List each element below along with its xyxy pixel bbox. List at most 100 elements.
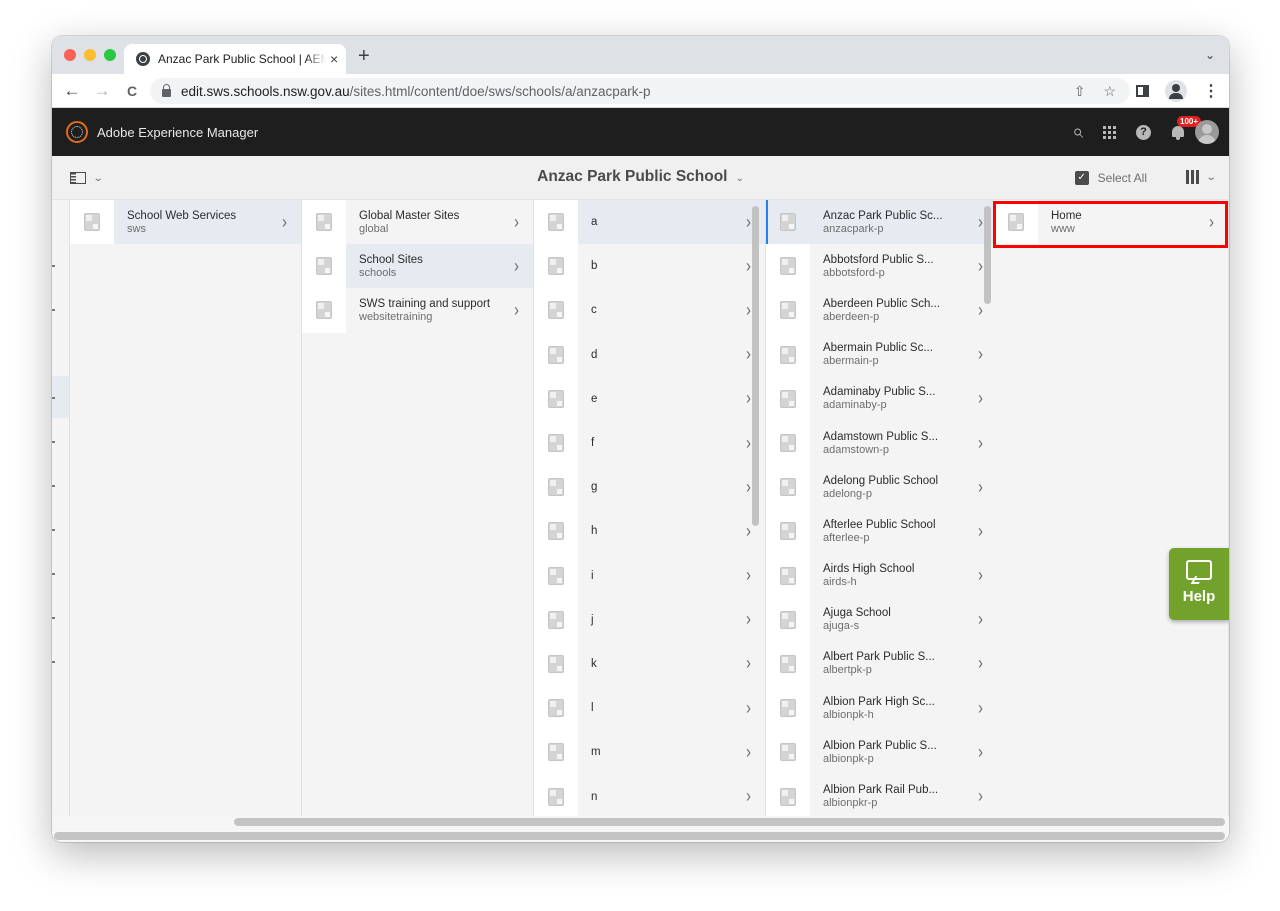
chevron-right-icon[interactable]: › bbox=[978, 389, 983, 409]
user-avatar[interactable] bbox=[1195, 120, 1219, 144]
thumbnail[interactable] bbox=[534, 244, 578, 289]
help-widget-button[interactable]: Help bbox=[1169, 548, 1229, 620]
column-item[interactable]: c › bbox=[534, 288, 765, 333]
thumbnail[interactable] bbox=[766, 465, 810, 510]
column-item[interactable]: School Sites schools › bbox=[302, 244, 533, 289]
column-item[interactable]: h › bbox=[534, 509, 765, 554]
thumbnail[interactable] bbox=[766, 332, 810, 377]
chevron-right-icon[interactable]: › bbox=[978, 300, 983, 320]
column-horizontal-scrollbar[interactable] bbox=[52, 816, 1229, 828]
column-item[interactable]: Albion Park Rail Pub... albionpkr-p › bbox=[766, 774, 997, 819]
aem-title[interactable]: Adobe Experience Manager bbox=[97, 125, 258, 140]
column-item[interactable]: Anzac Park Public Sc... anzacpark-p › bbox=[766, 200, 997, 245]
chevron-right-icon[interactable]: › bbox=[746, 565, 751, 585]
tab-search-chevron-icon[interactable]: ⌄ bbox=[1205, 48, 1215, 62]
aem-logo-icon[interactable] bbox=[66, 121, 88, 143]
column-item[interactable]: l › bbox=[534, 686, 765, 731]
column-item[interactable]: Ajuga School ajuga-s › bbox=[766, 597, 997, 642]
thumbnail[interactable] bbox=[766, 730, 810, 775]
thumbnail[interactable] bbox=[534, 200, 578, 245]
page-title[interactable]: Anzac Park Public School ⌄ bbox=[52, 168, 1229, 186]
column-item[interactable]: Global Master Sites global › bbox=[302, 200, 533, 245]
chevron-right-icon[interactable]: › bbox=[746, 212, 751, 232]
column-item[interactable]: a › bbox=[534, 200, 765, 245]
column-item[interactable]: i › bbox=[534, 553, 765, 598]
column-item[interactable]: Aberdeen Public Sch... aberdeen-p › bbox=[766, 288, 997, 333]
chevron-right-icon[interactable]: › bbox=[746, 256, 751, 276]
column-item[interactable]: e › bbox=[534, 376, 765, 421]
column-item[interactable]: Adamstown Public S... adamstown-p › bbox=[766, 420, 997, 466]
chevron-right-icon[interactable]: › bbox=[978, 344, 983, 364]
vertical-scrollbar-letters[interactable] bbox=[752, 206, 759, 526]
chevron-right-icon[interactable]: › bbox=[978, 654, 983, 674]
column-item[interactable]: SWS training and support websitetraining… bbox=[302, 288, 533, 333]
column-item[interactable]: Albion Park High Sc... albionpk-h › bbox=[766, 686, 997, 731]
thumbnail[interactable] bbox=[534, 730, 578, 775]
reload-button[interactable]: C bbox=[117, 83, 147, 99]
column-item[interactable]: Albert Park Public S... albertpk-p › bbox=[766, 641, 997, 687]
chevron-right-icon[interactable]: › bbox=[978, 521, 983, 541]
thumbnail[interactable] bbox=[534, 597, 578, 642]
thumbnail[interactable] bbox=[302, 244, 346, 289]
thumbnail[interactable] bbox=[534, 553, 578, 598]
chevron-right-icon[interactable]: › bbox=[746, 433, 751, 453]
chevron-right-icon[interactable]: › bbox=[746, 786, 751, 806]
browser-menu-icon[interactable]: ⋮ bbox=[1203, 81, 1219, 101]
thumbnail[interactable] bbox=[534, 641, 578, 687]
thumbnail[interactable] bbox=[534, 332, 578, 377]
chevron-right-icon[interactable]: › bbox=[978, 786, 983, 806]
thumbnail[interactable] bbox=[766, 376, 810, 421]
chevron-right-icon[interactable]: › bbox=[978, 477, 983, 497]
vertical-scrollbar-schools[interactable] bbox=[984, 206, 991, 304]
chevron-right-icon[interactable]: › bbox=[746, 477, 751, 497]
chevron-right-icon[interactable]: › bbox=[746, 300, 751, 320]
column-item[interactable]: Afterlee Public School afterlee-p › bbox=[766, 509, 997, 554]
column-item[interactable]: Adelong Public School adelong-p › bbox=[766, 465, 997, 510]
scrollbar-thumb[interactable] bbox=[234, 818, 1225, 826]
column-item[interactable]: f › bbox=[534, 420, 765, 466]
chevron-right-icon[interactable]: › bbox=[978, 698, 983, 718]
chevron-right-icon[interactable]: › bbox=[514, 256, 519, 276]
thumbnail[interactable] bbox=[534, 288, 578, 333]
chevron-right-icon[interactable]: › bbox=[746, 654, 751, 674]
thumbnail[interactable] bbox=[302, 288, 346, 333]
column-item[interactable]: j › bbox=[534, 597, 765, 642]
thumbnail[interactable] bbox=[766, 641, 810, 687]
column-item[interactable]: d › bbox=[534, 332, 765, 377]
solutions-grid-icon[interactable] bbox=[1103, 125, 1116, 139]
forward-button[interactable]: → bbox=[87, 81, 117, 101]
column-item[interactable]: b › bbox=[534, 244, 765, 289]
thumbnail[interactable] bbox=[766, 244, 810, 289]
chevron-right-icon[interactable]: › bbox=[746, 389, 751, 409]
chevron-right-icon[interactable]: › bbox=[746, 698, 751, 718]
column-item[interactable]: Abbotsford Public S... abbotsford-p › bbox=[766, 244, 997, 289]
bookmark-star-icon[interactable]: ☆ bbox=[1103, 83, 1116, 100]
chevron-right-icon[interactable]: › bbox=[746, 521, 751, 541]
chevron-right-icon[interactable]: › bbox=[978, 610, 983, 630]
select-all-button[interactable]: ✓ Select All bbox=[1074, 171, 1147, 185]
thumbnail[interactable] bbox=[70, 200, 114, 245]
column-item[interactable]: Abermain Public Sc... abermain-p › bbox=[766, 332, 997, 377]
chevron-right-icon[interactable]: › bbox=[978, 565, 983, 585]
chevron-right-icon[interactable]: › bbox=[978, 433, 983, 453]
url-input[interactable]: edit.sws.schools.nsw.gov.au/sites.html/c… bbox=[150, 78, 1130, 104]
minimize-window-button[interactable] bbox=[84, 49, 96, 61]
column-item[interactable]: Adaminaby Public S... adaminaby-p › bbox=[766, 376, 997, 421]
thumbnail[interactable] bbox=[766, 686, 810, 731]
chevron-right-icon[interactable]: › bbox=[746, 344, 751, 364]
maximize-window-button[interactable] bbox=[104, 49, 116, 61]
thumbnail[interactable] bbox=[534, 509, 578, 554]
thumbnail[interactable] bbox=[534, 686, 578, 731]
side-panel-icon[interactable] bbox=[1136, 85, 1149, 97]
column-item[interactable]: Home www › bbox=[994, 200, 1228, 245]
chevron-right-icon[interactable]: › bbox=[514, 212, 519, 232]
column-item[interactable]: Airds High School airds-h › bbox=[766, 553, 997, 598]
chevron-right-icon[interactable]: › bbox=[1209, 212, 1214, 232]
chevron-right-icon[interactable]: › bbox=[978, 212, 983, 232]
thumbnail[interactable] bbox=[766, 200, 810, 245]
column-item[interactable]: g › bbox=[534, 465, 765, 510]
thumbnail[interactable] bbox=[534, 420, 578, 466]
share-icon[interactable]: ⇧ bbox=[1074, 83, 1086, 100]
column-item[interactable]: k › bbox=[534, 641, 765, 687]
chevron-right-icon[interactable]: › bbox=[282, 212, 287, 232]
